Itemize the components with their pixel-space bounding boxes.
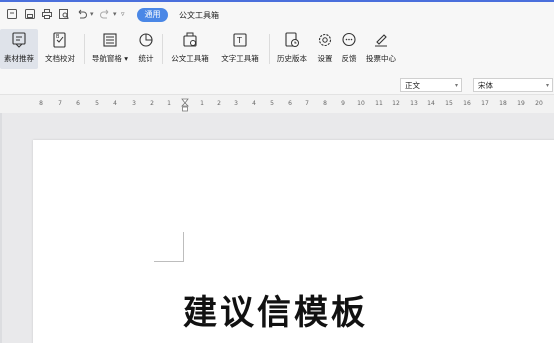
material-recommend-button[interactable]: 素材推荐 <box>0 29 38 69</box>
official-toolbox-button[interactable]: 公文工具箱 <box>167 29 213 69</box>
official-toolbox-icon <box>181 31 199 49</box>
ruler-number: 12 <box>392 100 400 107</box>
settings-button[interactable]: 设置 <box>314 29 336 69</box>
customize-qat-icon[interactable]: ▿ <box>121 10 127 18</box>
margin-corner-mark <box>154 232 184 262</box>
ruler-number: 5 <box>270 100 274 107</box>
undo-icon[interactable] <box>76 8 88 20</box>
ruler-number: 2 <box>217 100 221 107</box>
ribbon-divider <box>84 34 85 64</box>
style-toolbar: 正文 ▾ 宋体 ▾ <box>0 72 554 95</box>
ribbon-label: 反馈 <box>341 54 357 63</box>
statistics-icon <box>137 31 155 49</box>
ruler-number: 8 <box>39 100 43 107</box>
undo-dropdown-icon[interactable]: ▾ <box>90 10 96 18</box>
wps-writer-window: ▾ ▾ ▿ 通用 公文工具箱 素材推荐 B 文档校对 导航窗格 ▾ 统计 公文工… <box>0 0 554 343</box>
history-button[interactable]: 历史版本 <box>273 29 311 69</box>
ruler-number: 20 <box>535 100 543 107</box>
ruler-number: 4 <box>113 100 117 107</box>
ruler-number: 4 <box>252 100 256 107</box>
ribbon-label: 导航窗格 ▾ <box>91 54 129 63</box>
document-page[interactable]: 建议信模板 <box>33 140 554 343</box>
font-select[interactable]: 宋体 ▾ <box>473 78 553 92</box>
ribbon-label: 文字工具箱 <box>221 54 259 63</box>
print-icon[interactable] <box>41 8 53 20</box>
text-toolbox-button[interactable]: T 文字工具箱 <box>216 29 264 69</box>
ruler-number: 6 <box>76 100 80 107</box>
feedback-button[interactable]: 反馈 <box>338 29 360 69</box>
indent-marker[interactable] <box>181 97 189 112</box>
doc-proofread-button[interactable]: B 文档校对 <box>41 29 79 69</box>
save-icon[interactable] <box>24 8 36 20</box>
document-canvas[interactable]: 建议信模板 <box>0 113 554 343</box>
ruler-number: 14 <box>427 100 435 107</box>
text-toolbox-icon: T <box>231 31 249 49</box>
doc-proofread-icon: B <box>51 31 69 49</box>
ruler-number: 10 <box>357 100 365 107</box>
ruler-number: 7 <box>58 100 62 107</box>
ruler-number: 16 <box>463 100 471 107</box>
ribbon-label: 历史版本 <box>277 54 307 63</box>
nav-pane-icon <box>101 31 119 49</box>
history-icon <box>283 31 301 49</box>
redo-icon[interactable] <box>99 8 111 20</box>
ribbon-label: 统计 <box>138 54 154 63</box>
chevron-down-icon: ▾ <box>454 82 458 89</box>
ruler-number: 1 <box>200 100 204 107</box>
svg-text:B: B <box>56 34 60 40</box>
horizontal-ruler[interactable]: 8 7 6 5 4 3 2 1 1 2 3 4 5 6 7 8 9 10 11 … <box>0 95 554 113</box>
ruler-number: 19 <box>517 100 525 107</box>
svg-text:T: T <box>236 36 242 45</box>
ruler-number: 5 <box>95 100 99 107</box>
ruler-number: 6 <box>288 100 292 107</box>
statistics-button[interactable]: 统计 <box>135 29 157 69</box>
ruler-number: 9 <box>341 100 345 107</box>
ribbon-label: 设置 <box>317 54 333 63</box>
ruler-number: 17 <box>481 100 489 107</box>
quick-access-toolbar: ▾ ▾ ▿ 通用 公文工具箱 <box>0 2 554 26</box>
vote-icon <box>372 31 390 49</box>
document-title[interactable]: 建议信模板 <box>183 285 368 334</box>
feedback-icon <box>340 31 358 49</box>
paragraph-style-value: 正文 <box>405 81 420 90</box>
ruler-number: 7 <box>305 100 309 107</box>
ribbon: 素材推荐 B 文档校对 导航窗格 ▾ 统计 公文工具箱 T 文字工具箱 历史版本… <box>0 26 554 72</box>
new-doc-icon[interactable] <box>6 8 18 20</box>
vote-center-button[interactable]: 投票中心 <box>362 29 400 69</box>
ruler-number: 3 <box>132 100 136 107</box>
ribbon-label: 投票中心 <box>366 54 396 63</box>
chevron-down-icon: ▾ <box>545 82 549 89</box>
vertical-ruler <box>0 113 2 343</box>
ruler-number: 1 <box>167 100 171 107</box>
gear-icon <box>316 31 334 49</box>
ruler-number: 11 <box>375 100 383 107</box>
ruler-number: 3 <box>234 100 238 107</box>
ruler-number: 8 <box>323 100 327 107</box>
nav-pane-button[interactable]: 导航窗格 ▾ <box>89 29 131 69</box>
tab-general[interactable]: 通用 <box>137 8 168 22</box>
ribbon-label: 素材推荐 <box>4 54 34 63</box>
ruler-number: 2 <box>150 100 154 107</box>
material-recommend-icon <box>10 31 28 49</box>
paragraph-style-select[interactable]: 正文 ▾ <box>400 78 462 92</box>
ruler-number: 18 <box>499 100 507 107</box>
ribbon-label: 文档校对 <box>45 54 75 63</box>
ruler-number: 13 <box>410 100 418 107</box>
ruler-number: 15 <box>445 100 453 107</box>
ribbon-label: 公文工具箱 <box>171 54 209 63</box>
ribbon-tab-title[interactable]: 公文工具箱 <box>179 10 219 21</box>
ribbon-divider <box>269 34 270 64</box>
redo-dropdown-icon[interactable]: ▾ <box>113 10 119 18</box>
font-value: 宋体 <box>478 81 493 90</box>
ribbon-divider <box>162 34 163 64</box>
print-preview-icon[interactable] <box>58 8 70 20</box>
